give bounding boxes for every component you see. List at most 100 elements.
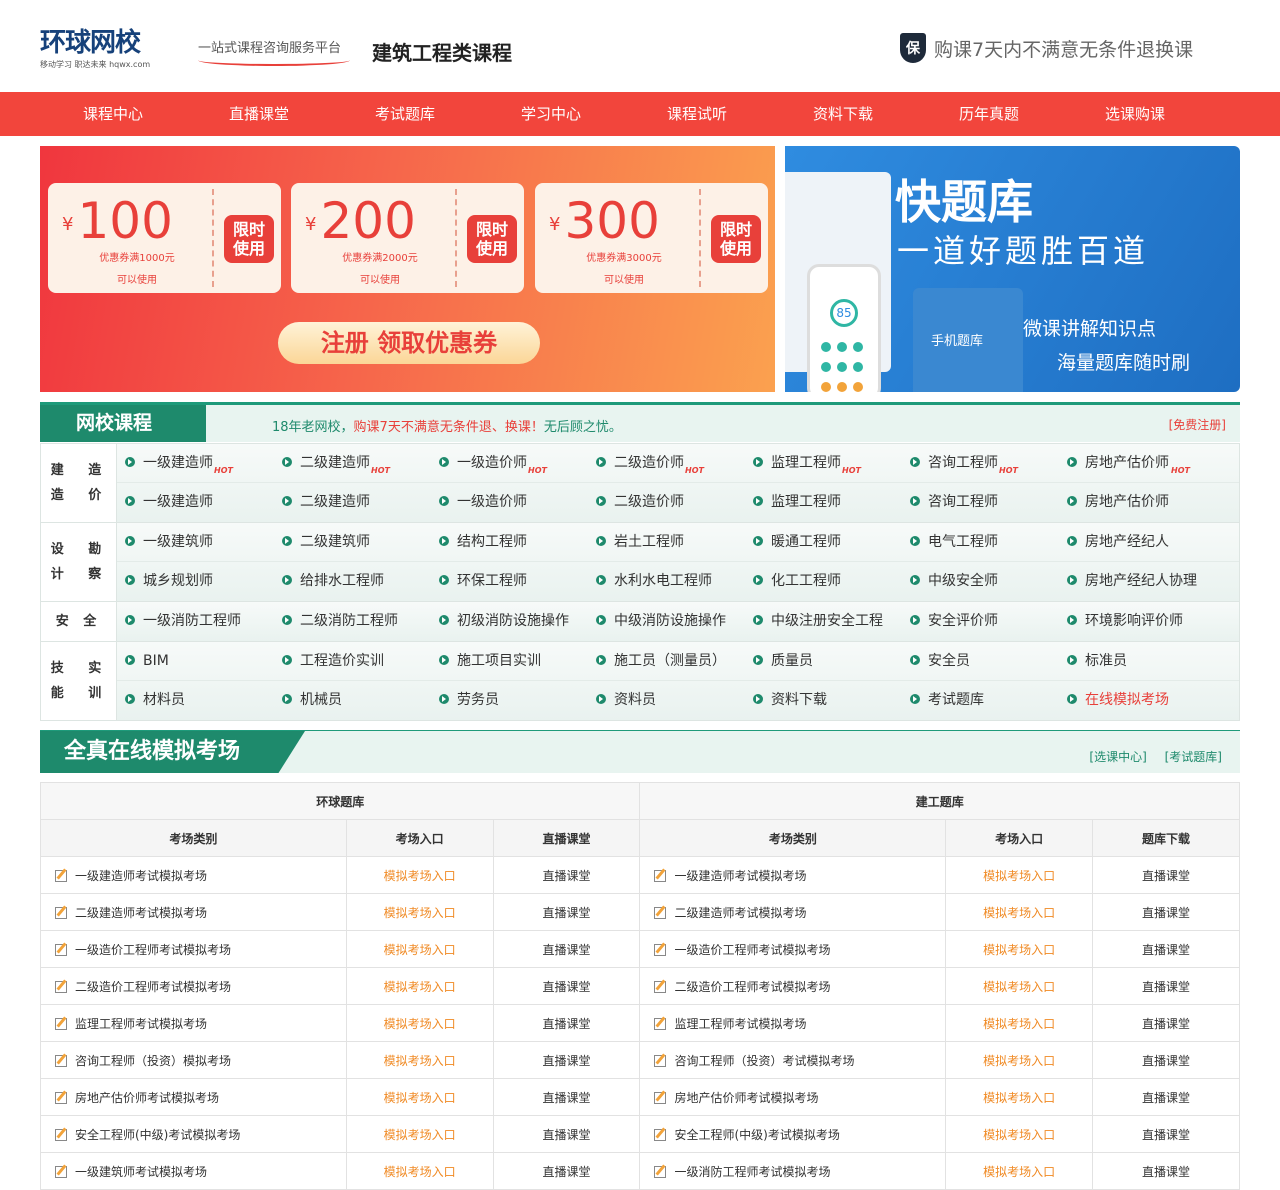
course-link[interactable]: 暖通工程师 [745, 523, 902, 561]
course-link[interactable]: 岩土工程师 [588, 523, 745, 561]
course-link[interactable]: 房地产估价师 [1059, 483, 1216, 522]
live-class-link[interactable]: 直播课堂 [492, 856, 641, 894]
exam-name-cell[interactable]: 咨询工程师（投资）模拟考场 [40, 1041, 347, 1079]
exam-entry-link[interactable]: 模拟考场入口 [945, 930, 1094, 968]
course-link[interactable]: 在线模拟考场 [1059, 681, 1216, 720]
live-class-link[interactable]: 直播课堂 [492, 893, 641, 931]
exam-entry-link[interactable]: 模拟考场入口 [345, 1078, 494, 1116]
course-link[interactable]: 一级建筑师 [117, 523, 274, 561]
course-link[interactable]: 电气工程师 [902, 523, 1059, 561]
course-link[interactable]: 二级建造师 [274, 483, 431, 522]
live-class-link[interactable]: 直播课堂 [492, 1152, 641, 1190]
course-link[interactable]: 材料员 [117, 681, 274, 720]
exam-entry-link[interactable]: 模拟考场入口 [945, 856, 1094, 894]
course-link[interactable]: 标准员 [1059, 642, 1216, 680]
coupon-banner[interactable]: ¥100 优惠券满1000元 可以使用 限时 使用 ¥200 优惠券满2000元 … [40, 146, 775, 392]
live-class-link[interactable]: 直播课堂 [1092, 1041, 1240, 1079]
live-class-link[interactable]: 直播课堂 [492, 1041, 641, 1079]
exam-entry-link[interactable]: 模拟考场入口 [345, 856, 494, 894]
exam-name-cell[interactable]: 一级建造师考试模拟考场 [40, 856, 347, 894]
course-link[interactable]: 质量员 [745, 642, 902, 680]
course-link[interactable]: 考试题库 [902, 681, 1059, 720]
nav-item-trial[interactable]: 课程试听 [624, 92, 770, 136]
nav-item-past-papers[interactable]: 历年真题 [916, 92, 1062, 136]
coupon-card[interactable]: ¥300 优惠券满3000元 可以使用 限时 使用 [535, 183, 768, 293]
course-center-link[interactable]: [选课中心] [1089, 750, 1146, 764]
exam-entry-link[interactable]: 模拟考场入口 [945, 1041, 1094, 1079]
live-class-link[interactable]: 直播课堂 [1092, 856, 1240, 894]
course-link[interactable]: 一级造价师 [431, 483, 588, 522]
exam-name-cell[interactable]: 咨询工程师（投资）考试模拟考场 [639, 1041, 947, 1079]
course-link[interactable]: 中级注册安全工程 [745, 602, 902, 641]
course-link[interactable]: 城乡规划师 [117, 562, 274, 601]
course-link[interactable]: 资料下载 [745, 681, 902, 720]
course-link[interactable]: 初级消防设施操作 [431, 602, 588, 641]
exam-entry-link[interactable]: 模拟考场入口 [945, 1115, 1094, 1153]
exam-name-cell[interactable]: 二级造价工程师考试模拟考场 [40, 967, 347, 1005]
course-link[interactable]: 房地产经纪人协理 [1059, 562, 1216, 601]
course-link[interactable]: 监理工程师 [745, 483, 902, 522]
site-logo[interactable]: 环球网校 移动学习 职达未来 hqwx.com [40, 28, 180, 72]
course-link[interactable]: 二级建造师 HOT [274, 444, 431, 482]
exam-name-cell[interactable]: 一级建造师考试模拟考场 [639, 856, 947, 894]
exam-name-cell[interactable]: 监理工程师考试模拟考场 [639, 1004, 947, 1042]
course-link[interactable]: 咨询工程师 HOT [902, 444, 1059, 482]
coupon-card[interactable]: ¥100 优惠券满1000元 可以使用 限时 使用 [48, 183, 281, 293]
exam-name-cell[interactable]: 一级消防工程师考试模拟考场 [639, 1152, 947, 1190]
exam-name-cell[interactable]: 二级造价工程师考试模拟考场 [639, 967, 947, 1005]
course-link[interactable]: 施工员（测量员） [588, 642, 745, 680]
exam-name-cell[interactable]: 二级建造师考试模拟考场 [40, 893, 347, 931]
live-class-link[interactable]: 直播课堂 [492, 930, 641, 968]
live-class-link[interactable]: 直播课堂 [492, 967, 641, 1005]
exam-entry-link[interactable]: 模拟考场入口 [345, 893, 494, 931]
exam-entry-link[interactable]: 模拟考场入口 [345, 1041, 494, 1079]
nav-item-live[interactable]: 直播课堂 [186, 92, 332, 136]
course-link[interactable]: 结构工程师 [431, 523, 588, 561]
course-link[interactable]: 中级安全师 [902, 562, 1059, 601]
nav-item-study-center[interactable]: 学习中心 [478, 92, 624, 136]
live-class-link[interactable]: 直播课堂 [1092, 967, 1240, 1005]
live-class-link[interactable]: 直播课堂 [492, 1078, 641, 1116]
exam-name-cell[interactable]: 安全工程师(中级)考试模拟考场 [40, 1115, 347, 1153]
course-link[interactable]: 环境影响评价师 [1059, 602, 1216, 641]
nav-item-downloads[interactable]: 资料下载 [770, 92, 916, 136]
exam-name-cell[interactable]: 一级造价工程师考试模拟考场 [639, 930, 947, 968]
exam-entry-link[interactable]: 模拟考场入口 [345, 967, 494, 1005]
question-bank-link[interactable]: [考试题库] [1165, 750, 1222, 764]
exam-entry-link[interactable]: 模拟考场入口 [945, 1078, 1094, 1116]
course-link[interactable]: 监理工程师 HOT [745, 444, 902, 482]
course-link[interactable]: 一级造价师 HOT [431, 444, 588, 482]
live-class-link[interactable]: 直播课堂 [1092, 930, 1240, 968]
course-link[interactable]: 二级消防工程师 [274, 602, 431, 641]
live-class-link[interactable]: 直播课堂 [1092, 1115, 1240, 1153]
coupon-card[interactable]: ¥200 优惠券满2000元 可以使用 限时 使用 [291, 183, 524, 293]
course-link[interactable]: 工程造价实训 [274, 642, 431, 680]
exam-entry-link[interactable]: 模拟考场入口 [945, 1152, 1094, 1190]
course-link[interactable]: 咨询工程师 [902, 483, 1059, 522]
course-link[interactable]: 安全员 [902, 642, 1059, 680]
live-class-link[interactable]: 直播课堂 [492, 1004, 641, 1042]
exam-name-cell[interactable]: 二级建造师考试模拟考场 [639, 893, 947, 931]
course-link[interactable]: 房地产估价师 HOT [1059, 444, 1216, 482]
exam-name-cell[interactable]: 一级造价工程师考试模拟考场 [40, 930, 347, 968]
exam-entry-link[interactable]: 模拟考场入口 [345, 1115, 494, 1153]
exam-entry-link[interactable]: 模拟考场入口 [945, 967, 1094, 1005]
register-coupon-button[interactable]: 注册 领取优惠券 [278, 322, 540, 364]
live-class-link[interactable]: 直播课堂 [1092, 1004, 1240, 1042]
exam-name-cell[interactable]: 一级建筑师考试模拟考场 [40, 1152, 347, 1190]
exam-entry-link[interactable]: 模拟考场入口 [345, 1004, 494, 1042]
course-link[interactable]: 环保工程师 [431, 562, 588, 601]
nav-item-purchase[interactable]: 选课购课 [1062, 92, 1208, 136]
exam-name-cell[interactable]: 房地产估价师考试模拟考场 [40, 1078, 347, 1116]
course-link[interactable]: 一级建造师 HOT [117, 444, 274, 482]
live-class-link[interactable]: 直播课堂 [492, 1115, 641, 1153]
free-register-link[interactable]: [免费注册] [1169, 416, 1226, 433]
course-link[interactable]: 水利水电工程师 [588, 562, 745, 601]
quiz-banner[interactable]: 85 快题库 一道好题胜百道 手机题库 微课讲解知识点 海量题库随时刷 [785, 146, 1240, 392]
course-link[interactable]: 施工项目实训 [431, 642, 588, 680]
course-link[interactable]: 一级消防工程师 [117, 602, 274, 641]
course-link[interactable]: 房地产经纪人 [1059, 523, 1216, 561]
course-link[interactable]: 二级造价师 HOT [588, 444, 745, 482]
exam-name-cell[interactable]: 房地产估价师考试模拟考场 [639, 1078, 947, 1116]
course-link[interactable]: 二级建筑师 [274, 523, 431, 561]
